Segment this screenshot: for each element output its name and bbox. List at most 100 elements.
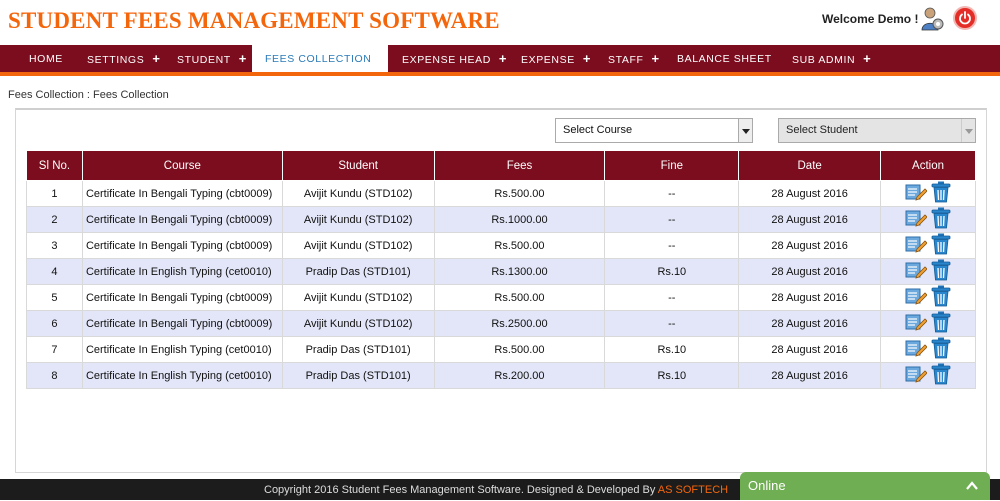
fees-table: Sl No. Course Student Fees Fine Date Act… — [26, 150, 976, 389]
cell-fees: Rs.500.00 — [433, 232, 606, 259]
trash-icon[interactable] — [931, 311, 951, 336]
cell-date: 28 August 2016 — [738, 232, 882, 259]
trash-icon[interactable] — [931, 207, 951, 232]
cell-date: 28 August 2016 — [738, 180, 882, 207]
nav-expense-head[interactable]: EXPENSE HEAD + — [391, 45, 518, 72]
cell-fine: Rs.10 — [604, 258, 740, 285]
cell-action — [880, 232, 976, 259]
cell-fine: -- — [604, 310, 740, 337]
col-header: Fees — [433, 150, 606, 181]
cell-student: Avijit Kundu (STD102) — [281, 310, 435, 337]
cell-student: Avijit Kundu (STD102) — [281, 284, 435, 311]
expand-plus-icon: + — [238, 51, 247, 66]
cell-student: Pradip Das (STD101) — [281, 336, 435, 363]
cell-course: Certificate In Bengali Typing (cbt0009) — [81, 310, 283, 337]
chevron-down-icon — [961, 119, 975, 142]
edit-icon[interactable] — [905, 261, 928, 282]
table-row: 5 Certificate In Bengali Typing (cbt0009)… — [26, 284, 976, 311]
cell-sl: 7 — [26, 336, 83, 363]
cell-fees: Rs.500.00 — [433, 336, 606, 363]
trash-icon[interactable] — [931, 181, 951, 206]
nav-fees-collection[interactable]: FEES COLLECTION — [252, 45, 388, 72]
edit-icon[interactable] — [905, 339, 928, 360]
col-header: Fine — [604, 150, 740, 181]
table-row: 1 Certificate In Bengali Typing (cbt0009)… — [26, 180, 976, 207]
trash-icon[interactable] — [931, 233, 951, 258]
cell-action — [880, 362, 976, 389]
course-select[interactable]: Select Course — [555, 118, 753, 143]
cell-student: Avijit Kundu (STD102) — [281, 232, 435, 259]
cell-action — [880, 336, 976, 363]
cell-course: Certificate In English Typing (cet0010) — [81, 362, 283, 389]
cell-fine: -- — [604, 180, 740, 207]
main-nav: HOME SETTINGS + STUDENT + FEES COLLECTION … — [0, 45, 1000, 76]
nav-expense[interactable]: EXPENSE + — [510, 45, 602, 72]
cell-course: Certificate In English Typing (cet0010) — [81, 258, 283, 285]
nav-student[interactable]: STUDENT + — [166, 45, 258, 72]
table-row: 4 Certificate In English Typing (cet0010)… — [26, 258, 976, 285]
nav-home[interactable]: HOME — [18, 45, 74, 72]
edit-icon[interactable] — [905, 365, 928, 386]
expand-plus-icon: + — [152, 51, 161, 66]
online-label: Online — [748, 478, 786, 493]
expand-plus-icon: + — [498, 51, 508, 66]
trash-icon[interactable] — [931, 337, 951, 362]
cell-fine: Rs.10 — [604, 362, 740, 389]
footer-copyright: Copyright 2016 Student Fees Management S… — [264, 484, 658, 496]
expand-plus-icon: + — [582, 51, 592, 66]
edit-icon[interactable] — [905, 183, 928, 204]
nav-sub-admin[interactable]: SUB ADMIN + — [781, 45, 882, 72]
table-row: 7 Certificate In English Typing (cet0010)… — [26, 336, 976, 363]
cell-fine: -- — [604, 206, 740, 233]
col-header: Student — [281, 150, 435, 181]
cell-course: Certificate In English Typing (cet0010) — [81, 336, 283, 363]
cell-action — [880, 180, 976, 207]
nav-staff[interactable]: STAFF + — [597, 45, 671, 72]
col-header: Course — [81, 150, 283, 181]
cell-date: 28 August 2016 — [738, 258, 882, 285]
welcome-text: Welcome Demo ! — [822, 12, 919, 26]
trash-icon[interactable] — [931, 259, 951, 284]
chevron-up-icon — [966, 481, 978, 490]
cell-course: Certificate In Bengali Typing (cbt0009) — [81, 284, 283, 311]
expand-plus-icon: + — [651, 51, 660, 66]
cell-date: 28 August 2016 — [738, 362, 882, 389]
edit-icon[interactable] — [905, 313, 928, 334]
power-icon — [959, 11, 971, 25]
logout-button[interactable] — [953, 6, 977, 30]
nav-balance-sheet[interactable]: BALANCE SHEET — [666, 45, 783, 72]
edit-icon[interactable] — [905, 287, 928, 308]
cell-fees: Rs.200.00 — [433, 362, 606, 389]
cell-fine: -- — [604, 284, 740, 311]
cell-student: Pradip Das (STD101) — [281, 258, 435, 285]
cell-student: Avijit Kundu (STD102) — [281, 206, 435, 233]
expand-plus-icon: + — [863, 51, 872, 66]
table-row: 2 Certificate In Bengali Typing (cbt0009)… — [26, 206, 976, 233]
cell-fine: -- — [604, 232, 740, 259]
cell-action — [880, 284, 976, 311]
footer-brand-link[interactable]: AS SOFTECH — [658, 484, 728, 496]
cell-fees: Rs.2500.00 — [433, 310, 606, 337]
cell-fees: Rs.1300.00 — [433, 258, 606, 285]
col-header: Action — [880, 150, 976, 181]
cell-action — [880, 206, 976, 233]
table-row: 8 Certificate In English Typing (cet0010)… — [26, 362, 976, 389]
table-row: 6 Certificate In Bengali Typing (cbt0009)… — [26, 310, 976, 337]
cell-fees: Rs.1000.00 — [433, 206, 606, 233]
cell-student: Pradip Das (STD101) — [281, 362, 435, 389]
trash-icon[interactable] — [931, 363, 951, 388]
edit-icon[interactable] — [905, 235, 928, 256]
fees-panel: Select Course Select Student Sl No. Cour… — [15, 108, 987, 473]
cell-fine: Rs.10 — [604, 336, 740, 363]
cell-action — [880, 310, 976, 337]
app-header: STUDENT FEES MANAGEMENT SOFTWARE Welcome… — [0, 0, 1000, 45]
online-chat-widget[interactable]: Online — [740, 472, 990, 500]
col-header: Sl No. — [26, 150, 83, 181]
user-settings-icon[interactable] — [920, 6, 944, 32]
cell-sl: 6 — [26, 310, 83, 337]
student-select[interactable]: Select Student — [778, 118, 976, 143]
trash-icon[interactable] — [931, 285, 951, 310]
nav-settings[interactable]: SETTINGS + — [76, 45, 172, 72]
cell-course: Certificate In Bengali Typing (cbt0009) — [81, 232, 283, 259]
edit-icon[interactable] — [905, 209, 928, 230]
